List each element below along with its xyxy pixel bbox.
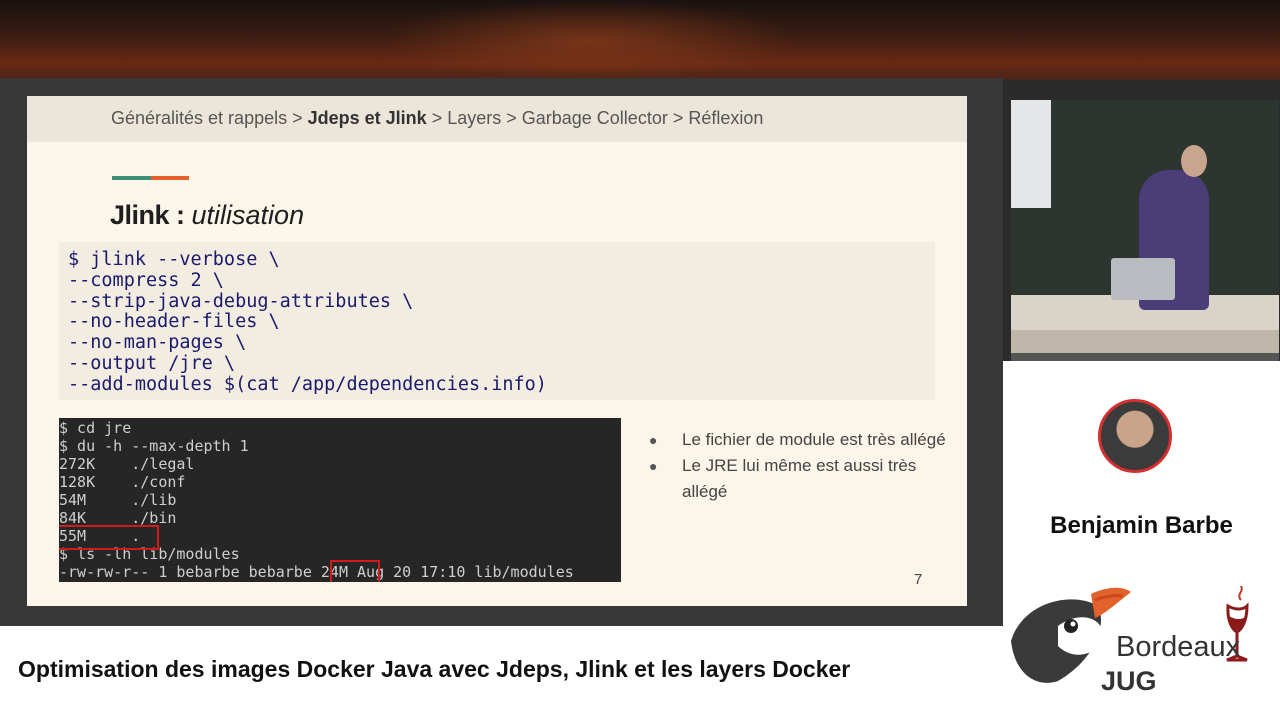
terminal-content: $ cd jre $ du -h --max-depth 1 272K ./le… [59, 419, 574, 581]
speaker-panel: Benjamin Barbe Bordeaux JUG [1003, 361, 1280, 720]
talk-title: Optimisation des images Docker Java avec… [18, 656, 851, 682]
breadcrumb-item-reflexion: Réflexion [688, 108, 764, 128]
accent-orange [151, 176, 189, 180]
code-line: --output /jre \ [68, 352, 236, 374]
bullet-list: ● Le fichier de module est très allégé ● L… [649, 427, 949, 505]
code-line: --no-man-pages \ [68, 332, 247, 354]
stage-background-top [0, 0, 1280, 80]
terminal-line: 272K ./legal [59, 455, 195, 473]
code-line: --compress 2 \ [68, 269, 224, 291]
terminal-screenshot: $ cd jre $ du -h --max-depth 1 272K ./le… [59, 418, 621, 582]
speaker-camera-feed [1011, 100, 1279, 353]
breadcrumb-item-layers: Layers [447, 108, 502, 128]
terminal-line: $ cd jre [59, 419, 132, 437]
bullet-dot-icon: ● [649, 432, 658, 448]
bullet-text: Le fichier de module est très allégé [682, 430, 946, 449]
code-line: --add-modules $(cat /app/dependencies.in… [68, 373, 547, 395]
breadcrumb-item-garbage-collector: Garbage Collector [521, 108, 668, 128]
slide-title-separator: : [169, 200, 192, 230]
highlight-total-size [59, 525, 159, 550]
terminal-line: $ du -h --max-depth 1 [59, 437, 249, 455]
camera-frame-edge [1011, 353, 1279, 361]
camera-speaker-head [1181, 145, 1207, 177]
code-block: $ jlink --verbose \ --compress 2 \ --str… [59, 242, 935, 400]
breadcrumb-item-generalites: Généralités et rappels [111, 108, 288, 128]
title-accent-line [112, 176, 189, 180]
bordeaux-jug-logo: Bordeaux JUG [1003, 586, 1280, 720]
camera-desk-front [1011, 330, 1279, 353]
speaker-avatar [1098, 399, 1172, 473]
terminal-line: -rw-rw-r-- 1 bebarbe bebarbe 24M Aug 20 … [59, 563, 574, 581]
breadcrumb: Généralités et rappels > Jdeps et Jlink … [111, 108, 763, 129]
breadcrumb-separator: > [667, 108, 689, 128]
stage-light [380, 0, 800, 80]
code-line: $ jlink --verbose \ [68, 249, 280, 270]
slide-title-emphasis: utilisation [191, 200, 305, 230]
slide-title-strong: Jlink [110, 200, 170, 230]
presentation-slide: Généralités et rappels > Jdeps et Jlink … [27, 96, 967, 606]
highlight-modules-size [330, 560, 380, 582]
speaker-name: Benjamin Barbe [1050, 512, 1233, 539]
terminal-line: 54M ./lib [59, 491, 177, 509]
breadcrumb-separator: > [426, 108, 448, 128]
bullet-item: ● Le JRE lui même est aussi très allégé [649, 453, 949, 505]
code-line: --no-header-files \ [68, 311, 280, 333]
logo-text-bordeaux: Bordeaux [1116, 631, 1241, 663]
breadcrumb-separator: > [501, 108, 522, 128]
breadcrumb-separator: > [287, 108, 308, 128]
logo-text-jug: JUG [1101, 666, 1157, 696]
slide-page-number: 7 [914, 571, 923, 588]
breadcrumb-item-jdeps-jlink: Jdeps et Jlink [307, 108, 427, 128]
talk-title-bar: Optimisation des images Docker Java avec… [0, 626, 1003, 720]
camera-projection-screen [1011, 100, 1051, 208]
camera-laptop [1111, 258, 1175, 300]
slide-title: Jlink : utilisation [110, 200, 304, 231]
code-line: --strip-java-debug-attributes \ [68, 290, 414, 312]
terminal-line: 128K ./conf [59, 473, 186, 491]
breadcrumb-bar: Généralités et rappels > Jdeps et Jlink … [27, 96, 967, 142]
bullet-dot-icon: ● [649, 458, 658, 474]
bullet-item: ● Le fichier de module est très allégé [649, 427, 949, 453]
accent-green [112, 176, 151, 180]
bullet-text: Le JRE lui même est aussi très allégé [682, 456, 917, 501]
code-content: $ jlink --verbose \ --compress 2 \ --str… [68, 249, 547, 396]
